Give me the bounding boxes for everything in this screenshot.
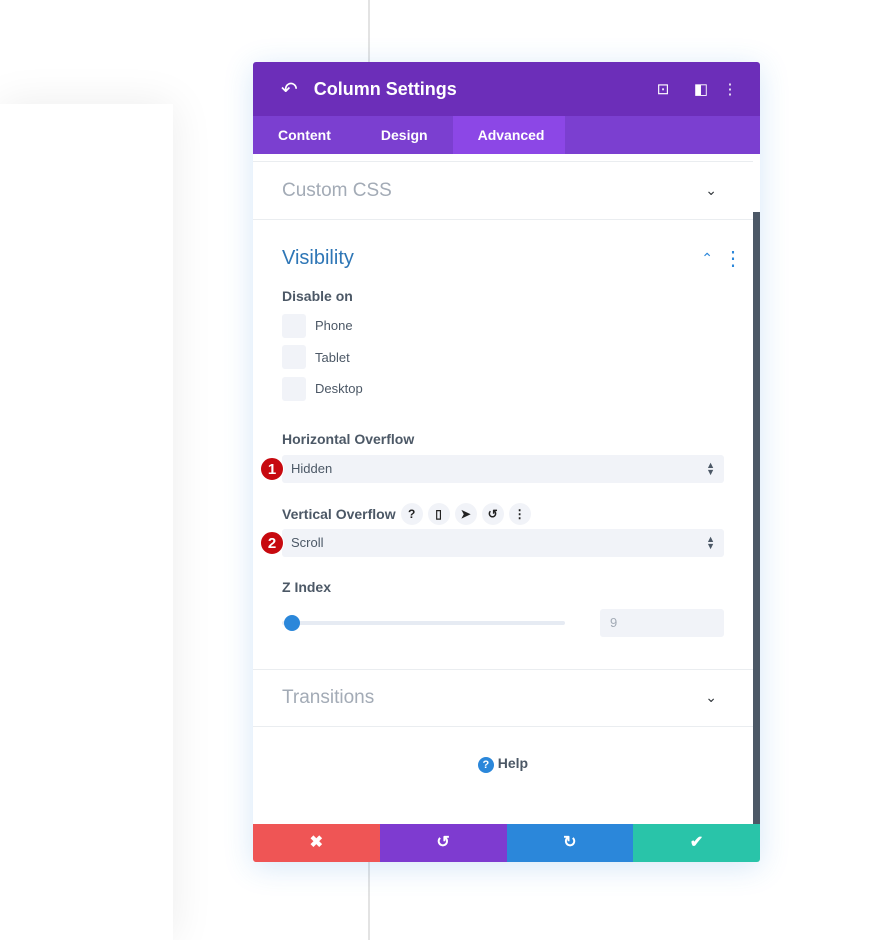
more-icon[interactable]: ⋮ bbox=[508, 502, 531, 525]
horizontal-overflow-select[interactable]: 1 Hidden ▲ ▼ bbox=[260, 454, 724, 483]
help-circle-icon: ? bbox=[477, 756, 494, 773]
checkbox[interactable] bbox=[282, 313, 306, 338]
step-badge: 1 bbox=[260, 456, 284, 481]
section-css-id[interactable]: CSS ID & Classes⌄ bbox=[253, 154, 753, 162]
z-index-control: 9 bbox=[282, 608, 724, 669]
z-index-input[interactable]: 9 bbox=[600, 608, 724, 637]
vertical-overflow-label: Vertical Overflow ? ▯ ➤ ↺ ⋮ bbox=[282, 502, 753, 525]
scrollbar[interactable] bbox=[753, 212, 760, 824]
more-vertical-icon[interactable]: ⋮ bbox=[720, 80, 740, 98]
close-icon: ✖ bbox=[309, 834, 324, 851]
tab-advanced[interactable]: Advanced bbox=[452, 116, 565, 154]
page-canvas-column bbox=[0, 104, 173, 940]
checkbox[interactable] bbox=[282, 345, 306, 370]
split-view-icon[interactable]: ◧ bbox=[682, 80, 720, 98]
tab-bar: Content Design Advanced bbox=[253, 116, 760, 154]
undo-button[interactable]: ↺ bbox=[379, 824, 507, 862]
step-badge: 2 bbox=[260, 530, 284, 555]
panel-header[interactable]: ↶ Column Settings ⊡ ◧ ⋮ bbox=[253, 62, 760, 116]
cursor-icon[interactable]: ➤ bbox=[454, 502, 477, 525]
chevron-down-icon: ⌄ bbox=[705, 689, 717, 705]
section-transitions[interactable]: Transitions ⌄ bbox=[253, 668, 753, 727]
z-index-slider[interactable] bbox=[282, 614, 565, 631]
horizontal-overflow-label: Horizontal Overflow bbox=[282, 430, 415, 447]
check-icon: ✔ bbox=[689, 834, 704, 851]
help-link[interactable]: ? Help bbox=[253, 755, 753, 773]
undo-arrow-icon[interactable]: ↶ bbox=[281, 77, 298, 102]
focus-icon[interactable]: ⊡ bbox=[644, 80, 682, 98]
checkbox-tablet[interactable]: Tablet bbox=[282, 342, 753, 374]
checkbox-desktop[interactable]: Desktop bbox=[282, 373, 753, 405]
vertical-overflow-select[interactable]: 2 Scroll ▲ ▼ bbox=[260, 528, 724, 557]
reset-icon[interactable]: ↺ bbox=[481, 502, 504, 525]
section-visibility: Visibility ⌃ ⋮ Disable on Phone Tablet D… bbox=[253, 220, 753, 669]
more-icon[interactable]: ⋮ bbox=[723, 246, 743, 271]
section-custom-css[interactable]: Custom CSS ⌄ bbox=[253, 162, 753, 220]
redo-button[interactable]: ↻ bbox=[506, 824, 634, 862]
help-icon[interactable]: ? bbox=[400, 502, 423, 525]
visibility-title[interactable]: Visibility ⌃ ⋮ bbox=[282, 220, 753, 280]
chevron-down-icon: ⌄ bbox=[705, 182, 717, 198]
select-arrows-icon: ▲ ▼ bbox=[706, 459, 715, 477]
column-settings-panel: ↶ Column Settings ⊡ ◧ ⋮ Content Design A… bbox=[253, 62, 760, 862]
z-index-label: Z Index bbox=[282, 578, 332, 595]
undo-icon: ↺ bbox=[436, 834, 450, 851]
select-arrows-icon: ▲ ▼ bbox=[706, 533, 715, 551]
cancel-button[interactable]: ✖ bbox=[253, 824, 380, 862]
checkbox-phone[interactable]: Phone bbox=[282, 310, 753, 342]
redo-icon: ↻ bbox=[563, 834, 577, 851]
tab-content[interactable]: Content bbox=[253, 116, 356, 154]
save-button[interactable]: ✔ bbox=[633, 824, 760, 862]
tab-design[interactable]: Design bbox=[356, 116, 453, 154]
slider-handle[interactable] bbox=[284, 614, 300, 631]
chevron-up-icon[interactable]: ⌃ bbox=[701, 250, 713, 267]
checkbox[interactable] bbox=[282, 376, 306, 401]
mobile-icon[interactable]: ▯ bbox=[427, 502, 450, 525]
panel-title: Column Settings bbox=[313, 78, 457, 99]
panel-body: CSS ID & Classes⌄ Custom CSS⌄ Visibility… bbox=[253, 154, 760, 824]
panel-footer: ✖ ↺ ↻ ✔ bbox=[253, 824, 760, 862]
disable-on-label: Disable on bbox=[282, 288, 353, 304]
